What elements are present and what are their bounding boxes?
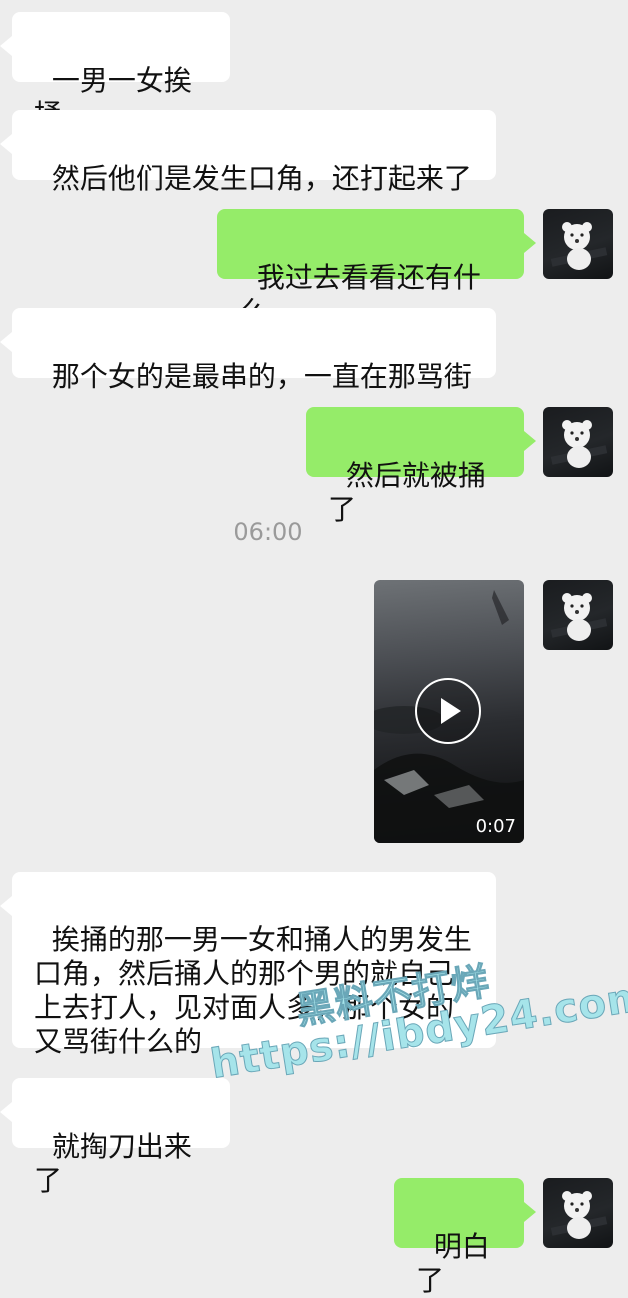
message-text: 就掏刀出来了 <box>34 1130 192 1197</box>
message-bubble-outgoing[interactable]: 我过去看看还有什么 <box>217 209 536 328</box>
user-avatar[interactable] <box>543 580 613 650</box>
teddy-bear-avatar-icon <box>550 593 608 641</box>
message-text: 然后就被捅了 <box>328 459 486 526</box>
message-bubble-incoming[interactable]: 挨捅的那一男一女和捅人的男发生 口角，然后捅人的那个男的就自己 上去打人，见对面… <box>0 872 496 1058</box>
message-text: 明白了 <box>416 1230 490 1297</box>
message-bubble-outgoing[interactable]: 然后就被捅了 <box>306 407 536 526</box>
message-bubble-incoming[interactable]: 就掏刀出来了 <box>0 1078 230 1197</box>
message-bubble-incoming[interactable]: 那个女的是最串的，一直在那骂街 <box>0 308 496 393</box>
video-duration: 0:07 <box>475 816 516 837</box>
teddy-bear-avatar-icon <box>550 1191 608 1239</box>
message-bubble-incoming[interactable]: 一男一女挨捅 <box>0 12 230 131</box>
user-avatar[interactable] <box>543 407 613 477</box>
message-text: 然后他们是发生口角，还打起来了 <box>51 162 472 195</box>
play-icon <box>441 698 461 724</box>
video-message[interactable]: 0:07 <box>374 580 524 843</box>
message-bubble-outgoing[interactable]: 明白了 <box>394 1178 536 1297</box>
message-bubble-incoming[interactable]: 然后他们是发生口角，还打起来了 <box>0 110 496 195</box>
play-button[interactable] <box>415 678 481 744</box>
teddy-bear-avatar-icon <box>550 222 608 270</box>
teddy-bear-avatar-icon <box>550 420 608 468</box>
message-text: 挨捅的那一男一女和捅人的男发生 口角，然后捅人的那个男的就自己 上去打人，见对面… <box>34 923 472 1058</box>
message-text: 那个女的是最串的，一直在那骂街 <box>51 360 472 393</box>
chat-timestamp: 06:00 <box>233 518 303 546</box>
user-avatar[interactable] <box>543 1178 613 1248</box>
user-avatar[interactable] <box>543 209 613 279</box>
